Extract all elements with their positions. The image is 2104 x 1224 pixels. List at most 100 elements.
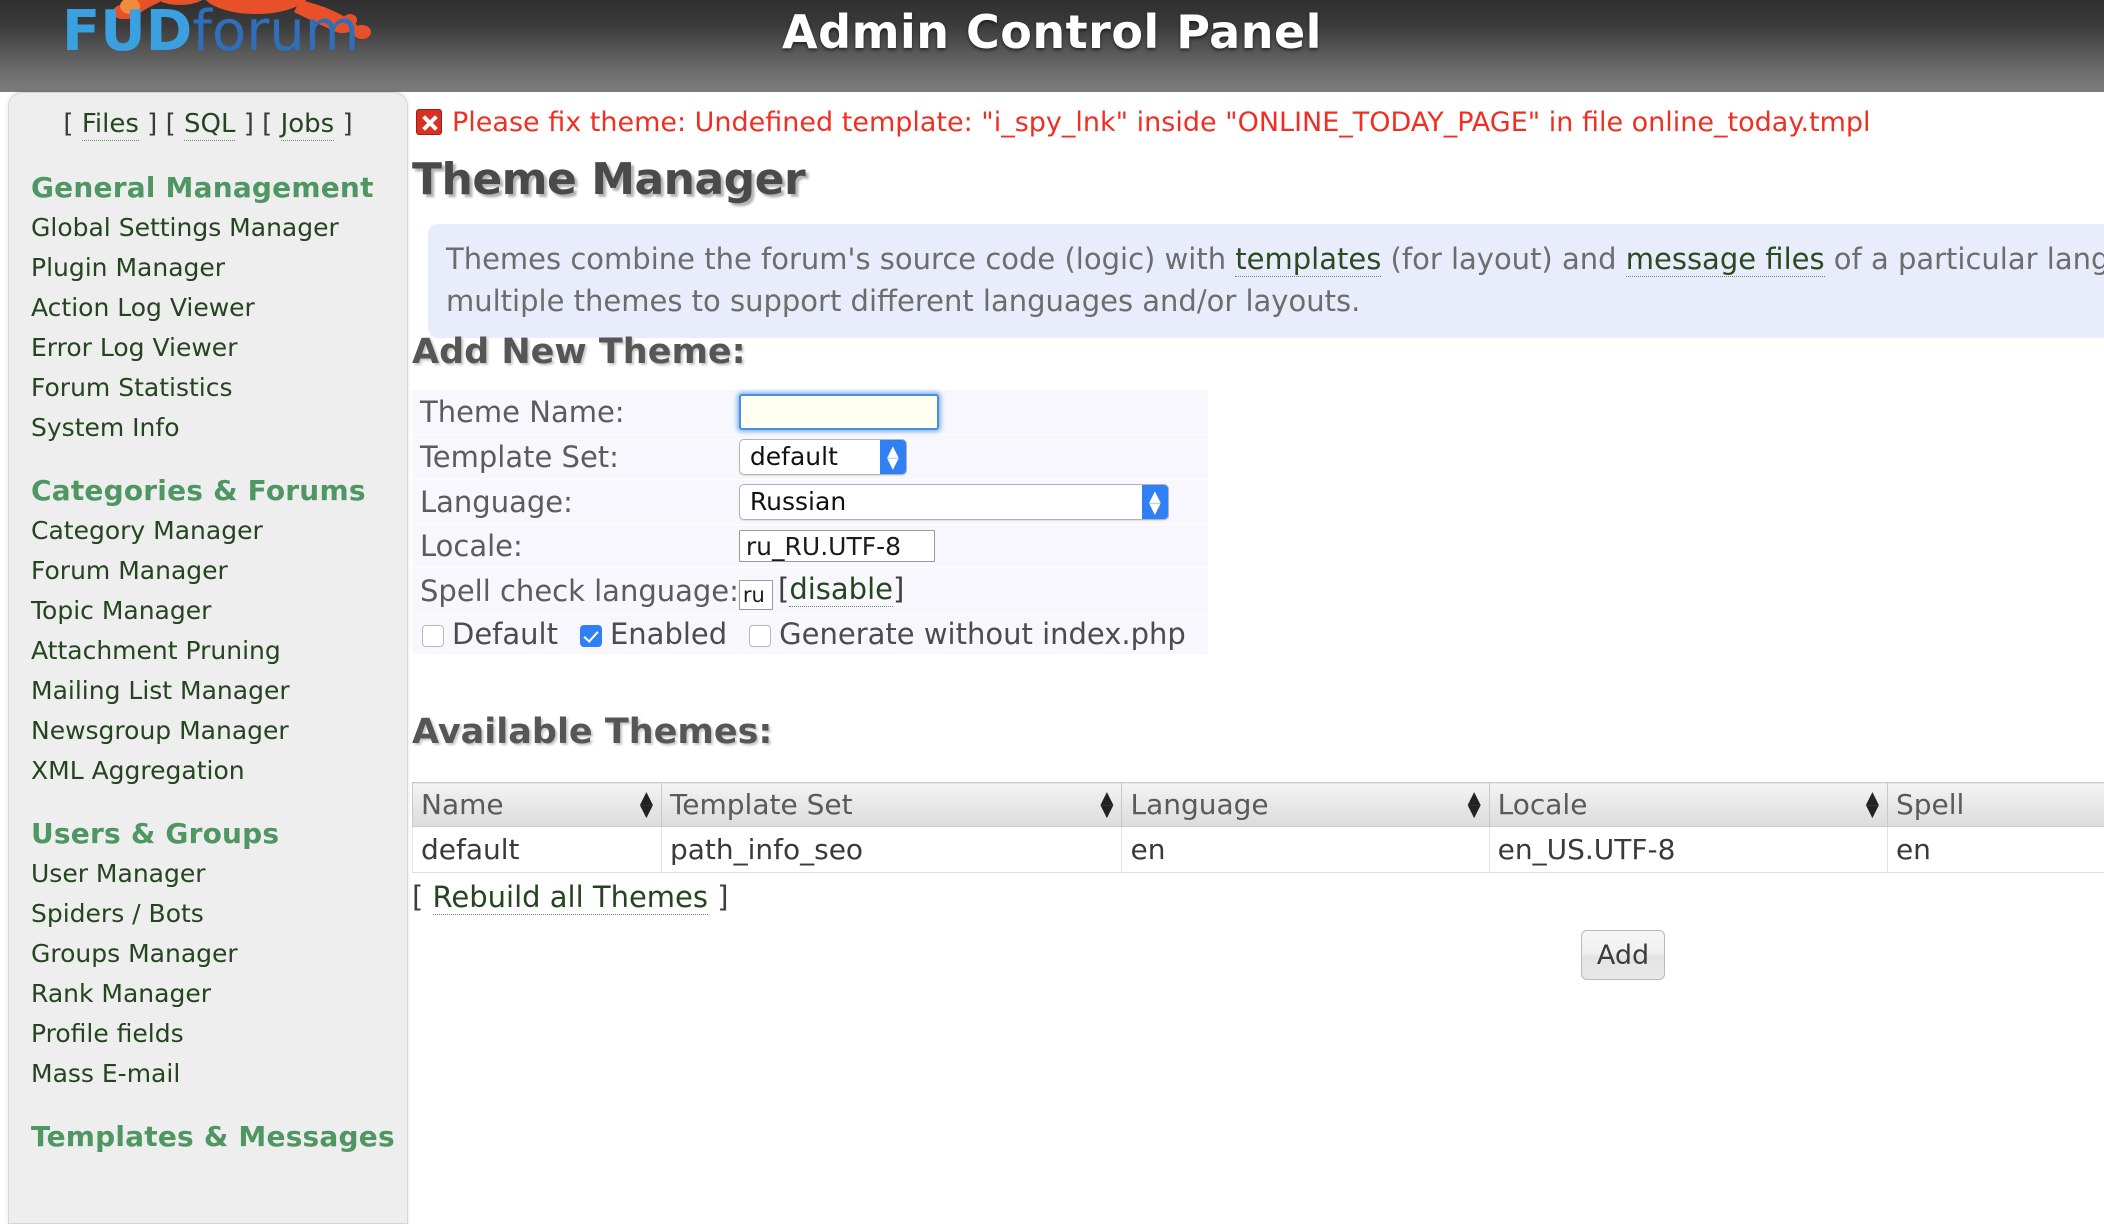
template-set-label: Template Set: bbox=[412, 434, 739, 480]
table-row[interactable]: default path_info_seo en en_US.UTF-8 en bbox=[412, 826, 2104, 873]
language-field-cell: Russian ▲ ▼ bbox=[738, 479, 1208, 525]
form-row-locale: Locale: bbox=[412, 524, 1208, 568]
rebuild-all-themes-link[interactable]: Rebuild all Themes bbox=[432, 880, 709, 915]
sidebar-heading-general-management: General Management bbox=[31, 171, 374, 204]
sort-arrows-icon: ▲ ▼ bbox=[1467, 787, 1481, 821]
bracket-open: [ bbox=[165, 109, 184, 139]
intro-text-c: of a particular language. A forum can ha… bbox=[1833, 242, 2104, 276]
bracket-close: ] bbox=[717, 880, 729, 914]
chevron-updown-icon: ▲ ▼ bbox=[1141, 485, 1168, 519]
bracket-open: [ bbox=[778, 572, 790, 606]
theme-manager-heading: Theme Manager bbox=[412, 154, 806, 205]
sidebar-shortcut-files[interactable]: Files bbox=[81, 109, 139, 141]
generate-without-index-checkbox[interactable] bbox=[749, 625, 772, 647]
sidebar-heading-users-groups: Users & Groups bbox=[31, 817, 280, 850]
sidebar-item-topic-manager[interactable]: Topic Manager bbox=[31, 591, 407, 631]
sort-arrows-icon: ▲ ▼ bbox=[639, 787, 653, 821]
form-row-language: Language: Russian ▲ ▼ bbox=[412, 479, 1208, 525]
sidebar-item-action-log-viewer[interactable]: Action Log Viewer bbox=[31, 288, 407, 328]
bracket-close: ] bbox=[138, 109, 166, 139]
available-themes-title: Available Themes: bbox=[412, 712, 773, 752]
bracket-open: [ bbox=[412, 880, 424, 914]
sidebar-group-categories-forums: Categories & Forums Category Manager For… bbox=[9, 474, 407, 791]
theme-name-input[interactable] bbox=[738, 394, 939, 430]
intro-line-2: multiple themes to support different lan… bbox=[446, 284, 1361, 318]
language-value: Russian bbox=[749, 487, 847, 516]
sidebar-item-user-manager[interactable]: User Manager bbox=[31, 854, 407, 894]
language-select[interactable]: Russian ▲ ▼ bbox=[738, 484, 1169, 520]
sort-arrows-icon: ▲ ▼ bbox=[1100, 787, 1114, 821]
spell-check-field-cell: [disable] bbox=[738, 567, 1208, 615]
table-header-row: Name ▲ ▼ Template Set ▲ ▼ Language ▲ ▼ Locale ▲… bbox=[412, 782, 2104, 827]
form-row-checkboxes: Default Enabled Generate without index.php bbox=[412, 614, 1208, 655]
bracket-close: ] bbox=[235, 109, 263, 139]
sidebar-group-templates-messages: Templates & Messages bbox=[9, 1120, 407, 1153]
sidebar-item-rank-manager[interactable]: Rank Manager bbox=[31, 974, 407, 1014]
default-checkbox-label: Default bbox=[452, 617, 558, 651]
sidebar-item-xml-aggregation[interactable]: XML Aggregation bbox=[31, 751, 407, 791]
theme-name-field-cell bbox=[738, 390, 1208, 435]
error-message: Please fix theme: Undefined template: "i… bbox=[452, 106, 1871, 138]
chevron-updown-icon: ▲ ▼ bbox=[879, 440, 906, 474]
sidebar-item-error-log-viewer[interactable]: Error Log Viewer bbox=[31, 328, 407, 368]
locale-input[interactable] bbox=[738, 530, 935, 562]
sidebar-item-global-settings-manager[interactable]: Global Settings Manager bbox=[31, 208, 407, 248]
sidebar-item-profile-fields[interactable]: Profile fields bbox=[31, 1014, 407, 1054]
column-header-language-label: Language bbox=[1130, 788, 1269, 821]
sidebar-item-forum-statistics[interactable]: Forum Statistics bbox=[31, 368, 407, 408]
column-header-locale-label: Locale bbox=[1497, 788, 1588, 821]
sidebar-shortcuts: [ Files ] [ SQL ] [ Jobs ] bbox=[9, 99, 407, 145]
sidebar-item-mailing-list-manager[interactable]: Mailing List Manager bbox=[31, 671, 407, 711]
column-header-spell-label: Spell bbox=[1895, 788, 1965, 821]
column-header-locale[interactable]: Locale ▲ ▼ bbox=[1488, 782, 1888, 827]
cell-language: en bbox=[1121, 826, 1490, 873]
message-files-link[interactable]: message files bbox=[1625, 242, 1825, 277]
cell-template-set: path_info_seo bbox=[660, 826, 1123, 873]
default-checkbox[interactable] bbox=[422, 625, 444, 647]
sidebar-group-users-groups: Users & Groups User Manager Spiders / Bo… bbox=[9, 817, 407, 1094]
sort-arrows-icon: ▲ ▼ bbox=[1865, 787, 1879, 821]
language-label: Language: bbox=[412, 479, 739, 525]
cell-spell: en bbox=[1886, 826, 2104, 873]
sidebar-item-attachment-pruning[interactable]: Attachment Pruning bbox=[31, 631, 407, 671]
templates-link[interactable]: templates bbox=[1235, 242, 1382, 277]
form-row-spell-check: Spell check language: [disable] bbox=[412, 567, 1208, 615]
spell-check-input[interactable] bbox=[738, 579, 773, 610]
form-row-template-set: Template Set: default ▲ ▼ bbox=[412, 434, 1208, 480]
sidebar-group-general-management: General Management Global Settings Manag… bbox=[9, 171, 407, 448]
column-header-name[interactable]: Name ▲ ▼ bbox=[412, 782, 662, 827]
spell-check-label: Spell check language: bbox=[412, 567, 739, 615]
intro-panel: Themes combine the forum's source code (… bbox=[428, 224, 2104, 338]
sidebar-shortcut-jobs[interactable]: Jobs bbox=[280, 109, 335, 141]
sidebar-item-system-info[interactable]: System Info bbox=[31, 408, 407, 448]
intro-line-1: Themes combine the forum's source code (… bbox=[446, 238, 2104, 280]
column-header-template-set-label: Template Set bbox=[669, 788, 853, 821]
spell-disable-link[interactable]: disable bbox=[789, 572, 893, 607]
template-set-select[interactable]: default ▲ ▼ bbox=[738, 439, 907, 475]
enabled-checkbox-label: Enabled bbox=[609, 617, 728, 651]
sidebar-item-category-manager[interactable]: Category Manager bbox=[31, 511, 407, 551]
column-header-language[interactable]: Language ▲ ▼ bbox=[1121, 782, 1490, 827]
bracket-close: ] bbox=[892, 572, 905, 606]
available-themes-table: Name ▲ ▼ Template Set ▲ ▼ Language ▲ ▼ Locale ▲… bbox=[412, 782, 2104, 873]
rebuild-themes-row: [ Rebuild all Themes ] bbox=[412, 880, 729, 915]
enabled-checkbox[interactable] bbox=[579, 625, 602, 647]
column-header-template-set[interactable]: Template Set ▲ ▼ bbox=[660, 782, 1123, 827]
add-button[interactable]: Add bbox=[1581, 930, 1665, 980]
add-theme-form: Theme Name: Template Set: default ▲ ▼ Lan… bbox=[412, 390, 1208, 655]
sidebar-item-spiders-bots[interactable]: Spiders / Bots bbox=[31, 894, 407, 934]
column-header-spell[interactable]: Spell bbox=[1886, 782, 2104, 827]
sidebar-item-plugin-manager[interactable]: Plugin Manager bbox=[31, 248, 407, 288]
sidebar-item-forum-manager[interactable]: Forum Manager bbox=[31, 551, 407, 591]
bracket-open: [ bbox=[262, 109, 281, 139]
intro-text-a: Themes combine the forum's source code (… bbox=[446, 242, 1236, 276]
column-header-name-label: Name bbox=[421, 788, 504, 821]
cell-name: default bbox=[412, 826, 662, 873]
sidebar-item-mass-email[interactable]: Mass E-mail bbox=[31, 1054, 407, 1094]
sidebar-item-newsgroup-manager[interactable]: Newsgroup Manager bbox=[31, 711, 407, 751]
app-banner: FUDforum Admin Control Panel bbox=[0, 0, 2104, 92]
sidebar-shortcut-sql[interactable]: SQL bbox=[183, 109, 236, 141]
error-banner: Please fix theme: Undefined template: "i… bbox=[410, 92, 2104, 152]
bracket-open: [ bbox=[63, 109, 82, 139]
sidebar-item-groups-manager[interactable]: Groups Manager bbox=[31, 934, 407, 974]
